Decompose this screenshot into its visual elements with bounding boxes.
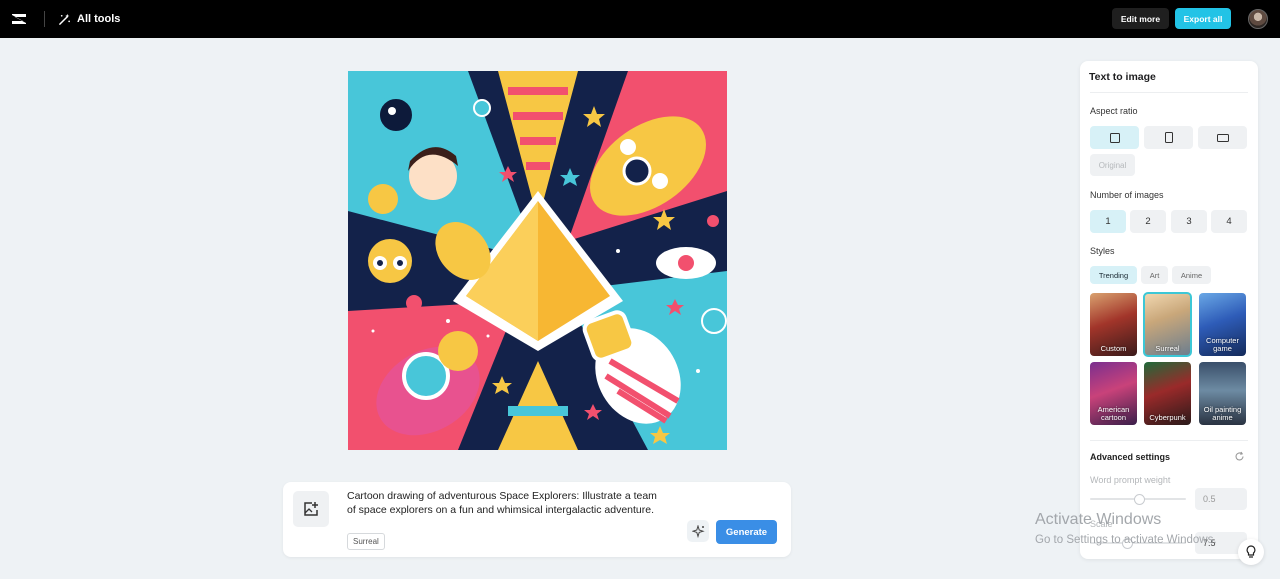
panel-title: Text to image bbox=[1089, 71, 1156, 83]
activate-windows-subtitle: Go to Settings to activate Windows. bbox=[1035, 534, 1217, 546]
top-bar: All tools Edit more Export all bbox=[0, 0, 1280, 38]
count-option-1[interactable]: 1 bbox=[1090, 210, 1126, 233]
capcut-logo-icon[interactable] bbox=[9, 9, 29, 29]
divider bbox=[1090, 440, 1248, 441]
prompt-enhance-button[interactable] bbox=[687, 520, 709, 542]
style-card-american-cartoon[interactable]: American cartoon bbox=[1090, 362, 1137, 425]
aspect-original-button[interactable]: Original bbox=[1090, 154, 1135, 176]
word-prompt-weight-label: Word prompt weight bbox=[1090, 475, 1171, 485]
magic-wand-icon bbox=[59, 13, 70, 25]
style-card-label: Oil painting anime bbox=[1203, 405, 1242, 422]
sparkle-icon bbox=[691, 524, 705, 538]
lightbulb-icon bbox=[1246, 545, 1256, 558]
divider bbox=[44, 11, 45, 27]
aspect-portrait-button[interactable] bbox=[1144, 126, 1193, 149]
help-button[interactable] bbox=[1238, 539, 1264, 565]
tab-art[interactable]: Art bbox=[1141, 266, 1168, 284]
style-card-label: Computer game bbox=[1206, 336, 1239, 353]
style-tag[interactable]: Surreal bbox=[347, 533, 385, 550]
styles-label: Styles bbox=[1090, 246, 1115, 256]
style-card-label: American cartoon bbox=[1097, 405, 1130, 422]
word-prompt-weight-input[interactable]: 0.5 bbox=[1195, 488, 1247, 510]
style-card-oil-painting-anime[interactable]: Oil painting anime bbox=[1199, 362, 1246, 425]
count-option-4[interactable]: 4 bbox=[1211, 210, 1247, 233]
number-of-images-label: Number of images bbox=[1090, 190, 1164, 200]
style-card-label: Cyberpunk bbox=[1149, 413, 1186, 422]
tab-trending[interactable]: Trending bbox=[1090, 266, 1137, 284]
style-card-custom[interactable]: Custom bbox=[1090, 293, 1137, 356]
activate-windows-title: Activate Windows bbox=[1035, 511, 1162, 528]
aspect-square-button[interactable] bbox=[1090, 126, 1139, 149]
avatar[interactable] bbox=[1248, 9, 1268, 29]
all-tools-label: All tools bbox=[77, 13, 121, 25]
count-option-3[interactable]: 3 bbox=[1171, 210, 1207, 233]
edit-more-button[interactable]: Edit more bbox=[1112, 8, 1169, 29]
all-tools-button[interactable]: All tools bbox=[58, 10, 120, 28]
square-icon bbox=[1109, 132, 1120, 143]
aspect-ratio-label: Aspect ratio bbox=[1090, 106, 1138, 116]
style-card-computer-game[interactable]: Computer game bbox=[1199, 293, 1246, 356]
divider bbox=[1090, 92, 1248, 93]
count-option-2[interactable]: 2 bbox=[1130, 210, 1166, 233]
style-card-label: Surreal bbox=[1155, 344, 1180, 353]
style-card-surreal[interactable]: Surreal bbox=[1143, 292, 1192, 357]
prompt-box: Cartoon drawing of adventurous Space Exp… bbox=[283, 482, 791, 557]
export-all-button[interactable]: Export all bbox=[1175, 8, 1231, 29]
style-card-cyberpunk[interactable]: Cyberpunk bbox=[1144, 362, 1191, 425]
style-card-label: Custom bbox=[1100, 344, 1127, 353]
text-to-image-panel: Text to image Aspect ratio Original Numb… bbox=[1080, 61, 1258, 559]
prompt-textarea[interactable]: Cartoon drawing of adventurous Space Exp… bbox=[347, 490, 657, 517]
tab-anime[interactable]: Anime bbox=[1172, 266, 1211, 284]
space-explorers-illustration bbox=[348, 71, 727, 450]
generated-image[interactable] bbox=[348, 71, 727, 450]
generate-button[interactable]: Generate bbox=[716, 520, 777, 544]
word-prompt-weight-thumb[interactable] bbox=[1134, 494, 1145, 505]
aspect-landscape-button[interactable] bbox=[1198, 126, 1247, 149]
image-add-icon bbox=[304, 502, 318, 516]
advanced-settings-label: Advanced settings bbox=[1090, 452, 1171, 462]
reset-icon[interactable] bbox=[1234, 451, 1245, 462]
landscape-icon bbox=[1216, 133, 1229, 142]
portrait-icon bbox=[1164, 132, 1173, 143]
add-image-reference-button[interactable] bbox=[293, 491, 329, 527]
